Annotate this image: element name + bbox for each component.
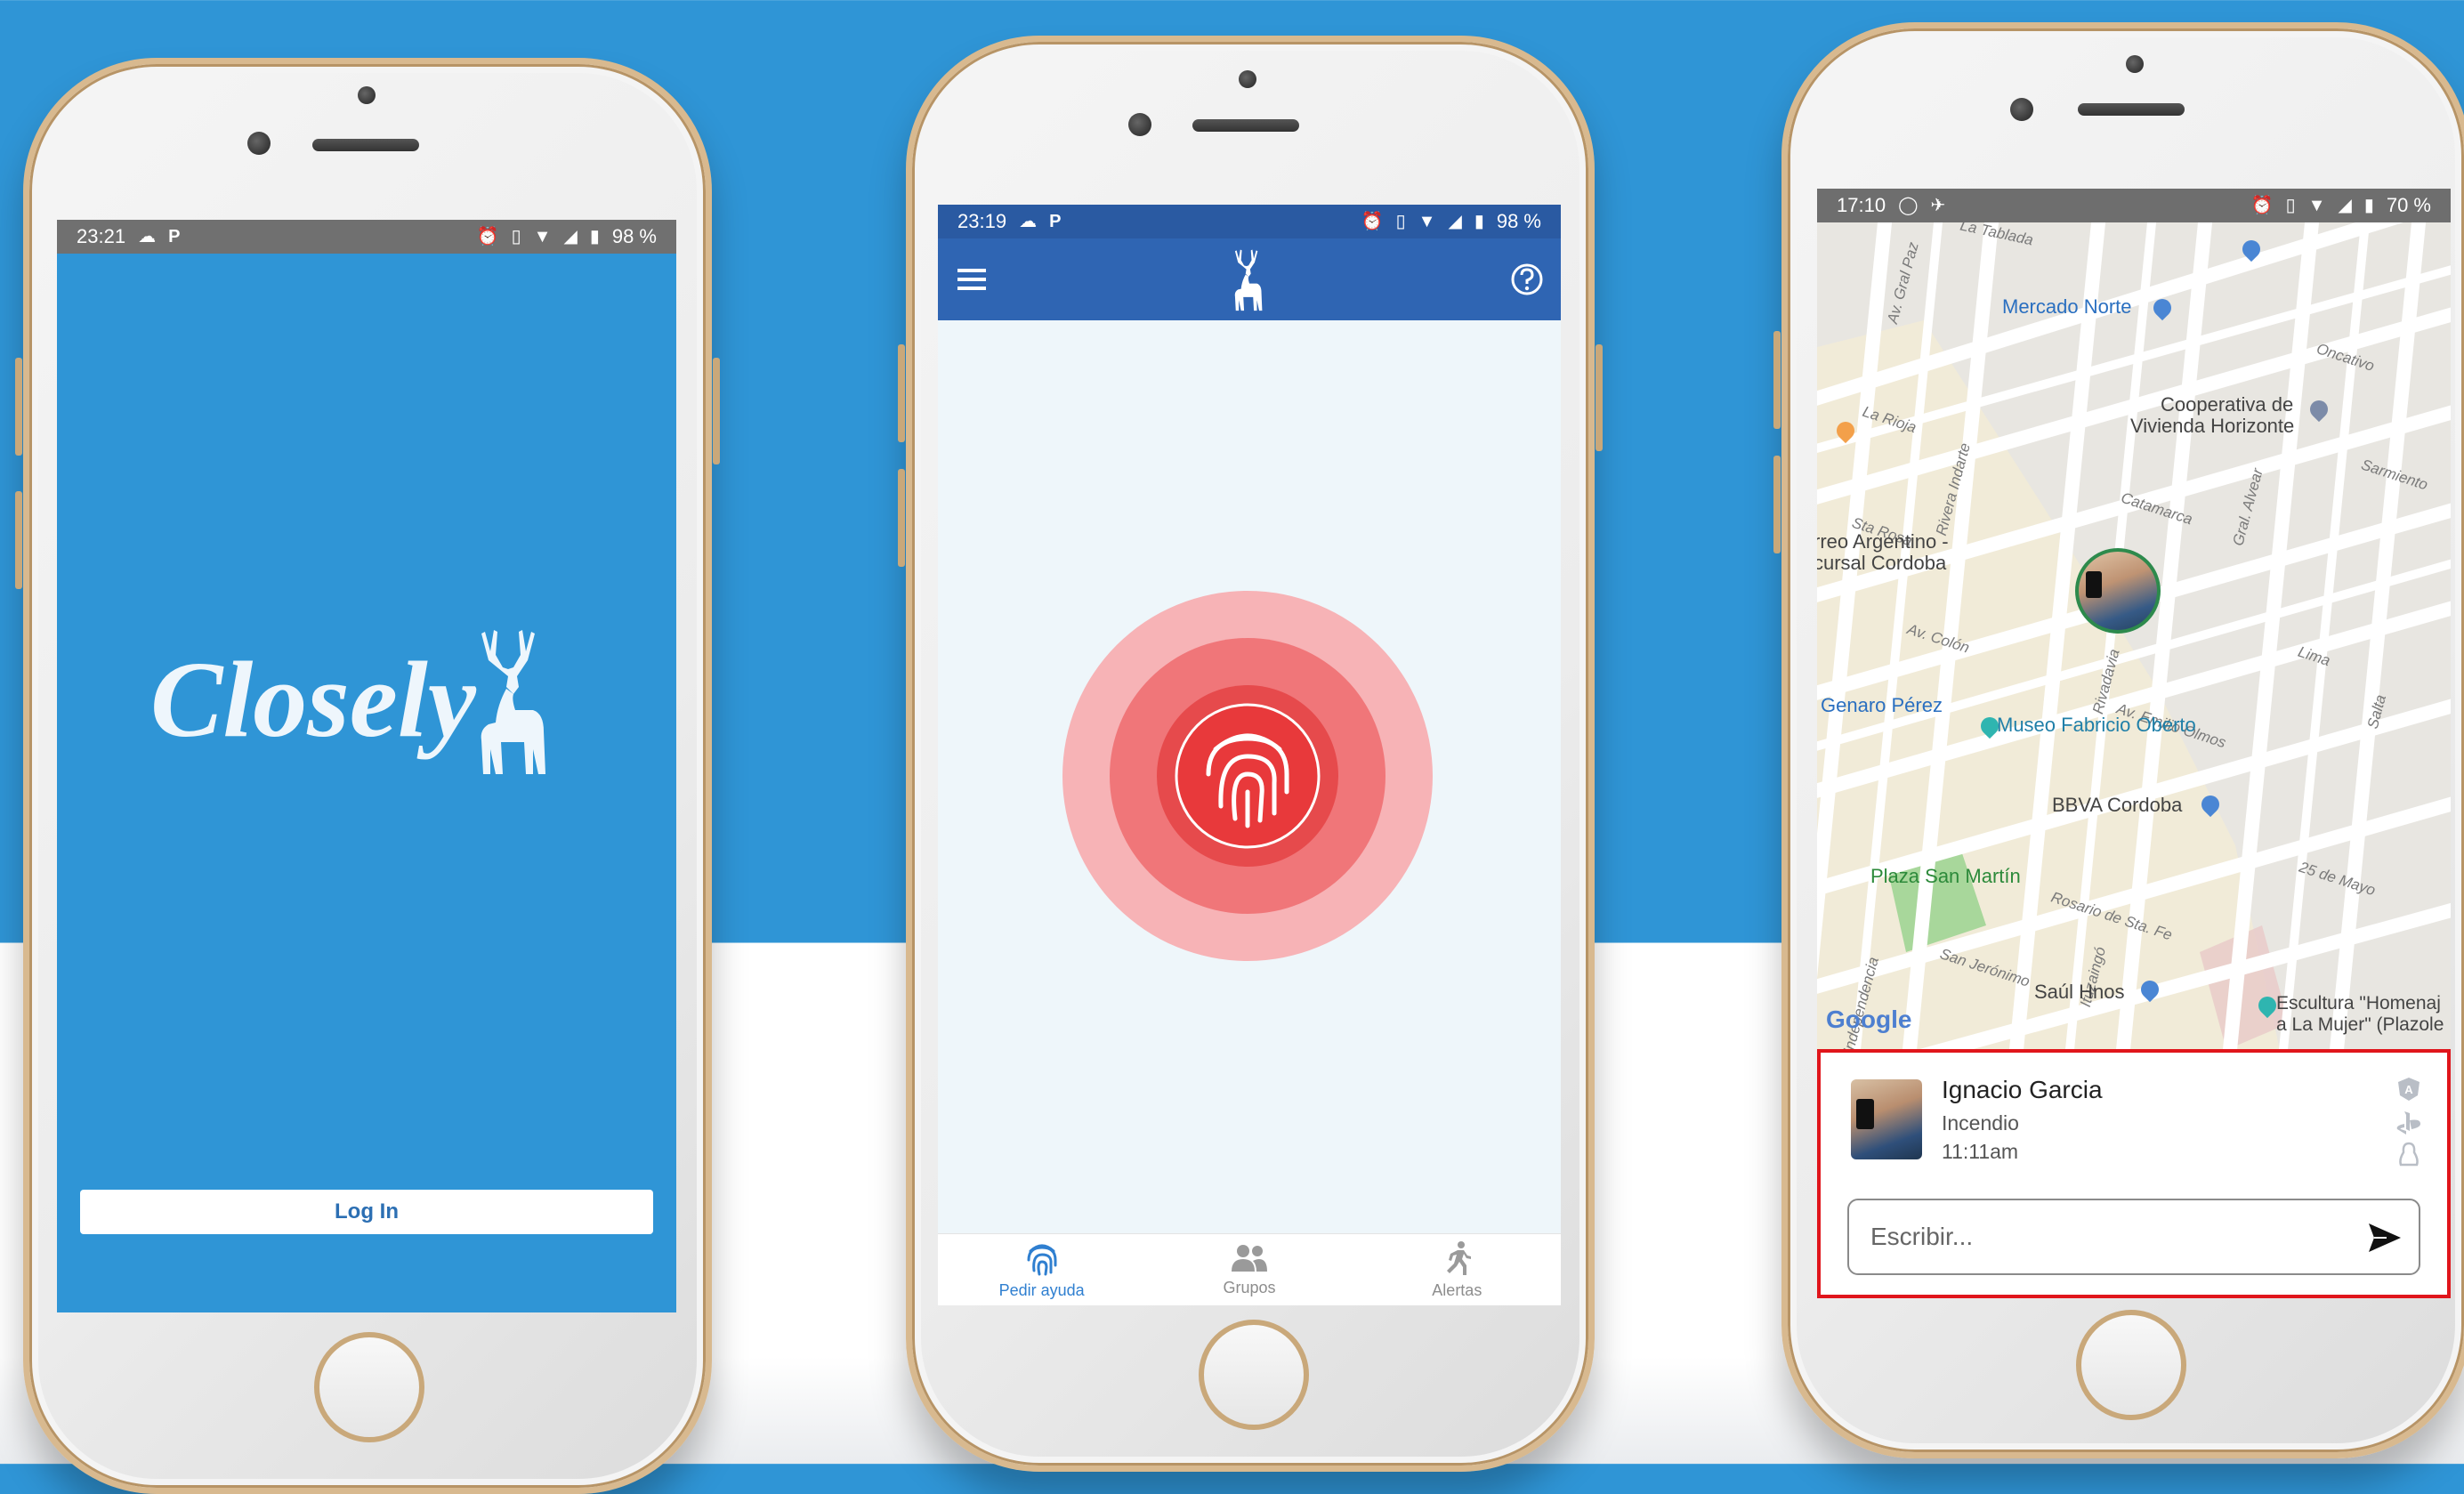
- running-person-icon: [1447, 1240, 1472, 1275]
- playstation-icon: [2396, 1111, 2420, 1135]
- status-bar: 23:21 ☁ P ⏰ ▯ ▼ ◢ ▮ 98 %: [57, 220, 676, 254]
- nav-label: Pedir ayuda: [998, 1280, 1085, 1299]
- side-button: [713, 358, 720, 464]
- earpiece-speaker: [2078, 103, 2185, 116]
- place-label[interactable]: Saúl Hnos: [2034, 981, 2125, 1004]
- front-sensor: [2126, 55, 2144, 73]
- wifi-icon: ▼: [2307, 196, 2326, 215]
- alert-time: 11:11am: [1942, 1140, 2019, 1163]
- side-button: [898, 469, 905, 567]
- shield-icon: A: [2398, 1078, 2420, 1101]
- fingerprint-icon: [1027, 1244, 1057, 1275]
- whatsapp-icon: ◯: [1898, 196, 1919, 215]
- place-label[interactable]: BBVA Cordoba: [2052, 794, 2182, 817]
- earpiece-speaker: [1192, 119, 1299, 132]
- deer-logo-icon: [481, 630, 545, 774]
- map-screen: 17:10 ◯ ✈ ⏰ ▯ ▼ ◢ ▮ 70 % La Tablada Av. …: [1817, 189, 2451, 1298]
- phone-help: 23:19 ☁ P ⏰ ▯ ▼ ◢ ▮ 98 % Pedir ayuda Gru…: [898, 36, 1603, 1472]
- alert-card: Ignacio Garcia Incendio 11:11am A: [1817, 1049, 2451, 1298]
- help-fingerprint-button[interactable]: [938, 205, 1561, 1094]
- alarm-icon: ⏰: [2250, 196, 2274, 215]
- place-label[interactable]: Genaro Pérez: [1821, 694, 1943, 717]
- avatar: [2086, 571, 2102, 598]
- home-button[interactable]: [314, 1332, 424, 1442]
- home-button[interactable]: [2076, 1310, 2186, 1420]
- linux-icon: [2399, 1142, 2419, 1167]
- place-label[interactable]: Vivienda Horizonte: [2130, 415, 2294, 438]
- vibrate-icon: ▯: [2285, 196, 2296, 215]
- message-box: [1847, 1199, 2420, 1275]
- parking-icon: P: [168, 227, 181, 246]
- front-sensor: [1239, 70, 1256, 88]
- side-button: [1773, 456, 1781, 553]
- phone-login: 23:21 ☁ P ⏰ ▯ ▼ ◢ ▮ 98 % Closely Log In: [15, 58, 720, 1494]
- battery-level: 70 %: [2386, 194, 2431, 216]
- google-logo: Google: [1826, 1005, 1912, 1033]
- status-bar: 17:10 ◯ ✈ ⏰ ▯ ▼ ◢ ▮ 70 %: [1817, 189, 2451, 222]
- nav-item-grupos[interactable]: Grupos: [1145, 1234, 1353, 1305]
- front-camera: [1128, 113, 1151, 136]
- signal-icon: ◢: [2338, 196, 2352, 215]
- alarm-icon: ⏰: [476, 227, 499, 246]
- earpiece-speaker: [312, 139, 419, 151]
- place-label[interactable]: Museo Fabricio Oberto: [1997, 714, 2196, 737]
- front-camera: [2010, 98, 2033, 121]
- vibrate-icon: ▯: [511, 227, 521, 246]
- alert-user-name: Ignacio Garcia: [1942, 1076, 2103, 1103]
- battery-icon: ▮: [589, 227, 600, 246]
- place-label[interactable]: cursal Cordoba: [1817, 552, 1946, 575]
- battery-level: 98 %: [611, 225, 657, 247]
- app-logo-text: Closely: [150, 640, 476, 760]
- place-label[interactable]: Cooperativa de: [2161, 393, 2293, 416]
- map-view[interactable]: La Tablada Av. Gral Paz Oncativo La Rioj…: [1817, 222, 2451, 1050]
- nav-item-alertas[interactable]: Alertas: [1353, 1234, 1561, 1305]
- place-label[interactable]: Plaza San Martín: [1870, 865, 2021, 888]
- status-time: 23:21: [77, 225, 126, 247]
- user-location-marker[interactable]: [2075, 548, 2161, 634]
- svg-text:A: A: [2404, 1083, 2413, 1096]
- place-label[interactable]: Escultura "Homenaj: [2276, 993, 2441, 1014]
- home-button[interactable]: [1199, 1320, 1309, 1430]
- message-input[interactable]: [1869, 1200, 2339, 1273]
- cloud-icon: ☁: [138, 227, 157, 246]
- nav-label: Grupos: [1223, 1278, 1276, 1296]
- status-time: 17:10: [1837, 194, 1886, 216]
- side-button: [15, 491, 22, 589]
- avatar: [1851, 1079, 1922, 1159]
- help-screen: 23:19 ☁ P ⏰ ▯ ▼ ◢ ▮ 98 % Pedir ayuda Gru…: [938, 205, 1561, 1305]
- phone-map: 17:10 ◯ ✈ ⏰ ▯ ▼ ◢ ▮ 70 % La Tablada Av. …: [1773, 22, 2464, 1458]
- nav-item-pedir-ayuda[interactable]: Pedir ayuda: [938, 1234, 1145, 1305]
- place-label[interactable]: Mercado Norte: [2002, 295, 2132, 319]
- place-label[interactable]: a La Mujer" (Plazole: [2276, 1014, 2444, 1036]
- group-icon: [1231, 1244, 1267, 1272]
- side-button: [898, 344, 905, 442]
- login-button[interactable]: Log In: [80, 1190, 653, 1234]
- wifi-icon: ▼: [533, 227, 552, 246]
- front-sensor: [358, 86, 376, 104]
- battery-icon: ▮: [2363, 196, 2374, 215]
- phone-in-hand: [1856, 1099, 1874, 1129]
- send-icon[interactable]: [2365, 1218, 2404, 1257]
- login-screen: 23:21 ☁ P ⏰ ▯ ▼ ◢ ▮ 98 % Closely Log In: [57, 220, 676, 1312]
- bottom-navigation: Pedir ayuda Grupos Alertas: [938, 1233, 1561, 1305]
- muted-icon: ✈: [1930, 196, 1946, 215]
- nav-label: Alertas: [1432, 1280, 1482, 1299]
- front-camera: [247, 132, 271, 155]
- side-button: [1773, 331, 1781, 429]
- place-label[interactable]: rreo Argentino -: [1817, 530, 1949, 553]
- side-button: [1596, 344, 1603, 451]
- signal-icon: ◢: [563, 227, 578, 246]
- alert-type: Incendio: [1942, 1111, 2019, 1135]
- side-button: [15, 358, 22, 456]
